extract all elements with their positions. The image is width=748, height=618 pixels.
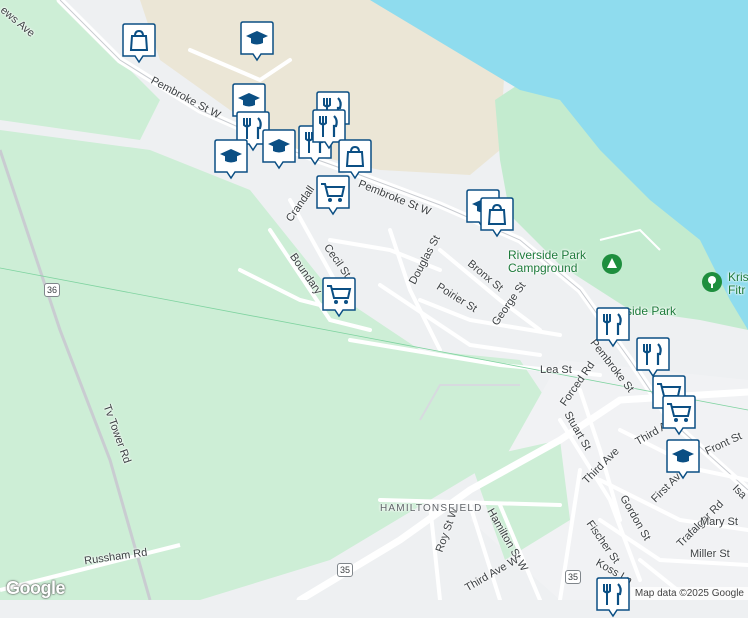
- route-shield: 35: [337, 563, 354, 577]
- restaurant-icon[interactable]: [636, 336, 670, 378]
- restaurant-icon[interactable]: [596, 576, 630, 618]
- school-icon[interactable]: [666, 438, 700, 480]
- route-shield: 36: [44, 283, 61, 297]
- school-icon[interactable]: [262, 128, 296, 170]
- campground-icon[interactable]: [600, 252, 624, 276]
- map-base: [0, 0, 748, 604]
- route-shield: 35: [565, 570, 582, 584]
- map-attribution[interactable]: Map data ©2025 Google: [630, 587, 748, 600]
- shopping-cart-icon[interactable]: [322, 276, 356, 318]
- shopping-bag-icon[interactable]: [480, 196, 514, 238]
- park-icon[interactable]: [700, 270, 724, 294]
- restaurant-icon[interactable]: [596, 306, 630, 348]
- school-icon[interactable]: [214, 138, 248, 180]
- shopping-cart-icon[interactable]: [662, 394, 696, 436]
- school-icon[interactable]: [240, 20, 274, 62]
- map-canvas[interactable]: ews Ave Pembroke St W Pembroke St W Pemb…: [0, 0, 748, 618]
- google-logo: Google: [6, 578, 66, 598]
- shopping-bag-icon[interactable]: [122, 22, 156, 64]
- shopping-cart-icon[interactable]: [316, 174, 350, 216]
